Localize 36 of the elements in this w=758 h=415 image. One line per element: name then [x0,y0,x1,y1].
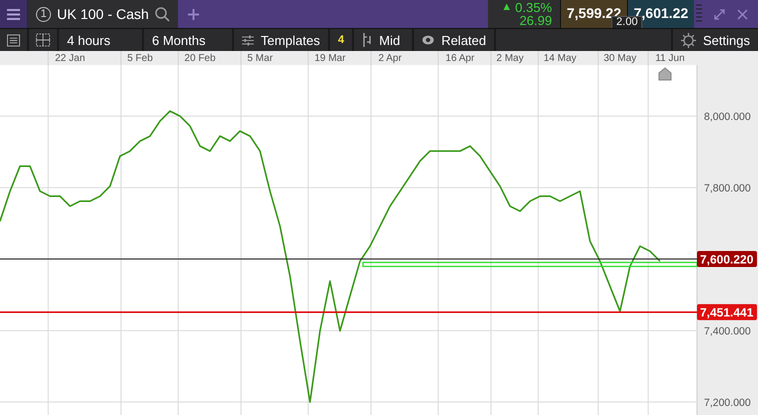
price-tag: 7,600.220 [697,251,757,267]
price-label: 7,200.000 [704,397,751,410]
close-icon[interactable] [737,8,748,20]
date-label: 5 Feb [127,53,153,64]
marker-icon[interactable] [658,67,672,80]
price-tag: 7,451.441 [697,304,757,320]
date-label: 19 Mar [314,53,346,64]
instrument-tab[interactable]: 1 UK 100 - Cash [28,0,178,28]
change-percent: 0.35% [515,1,552,14]
candle-icon [362,33,372,47]
date-label: 22 Jan [54,53,86,64]
sliders-icon [242,34,254,46]
tab-number: 1 [36,6,51,22]
date-label: 30 May [604,53,636,64]
menu-icon[interactable] [7,8,20,20]
price-label: 7,800.000 [704,182,751,195]
settings-icon [681,32,696,48]
date-label: 5 Mar [247,53,273,64]
expand-icon[interactable] [714,8,725,20]
date-label: 2 May [496,53,524,64]
price-label: 8,000.000 [704,111,751,124]
add-tab-icon[interactable] [188,8,199,20]
level-line[interactable] [0,311,697,313]
date-label: 11 Jun [655,53,685,64]
up-arrow: ▲ [501,1,512,14]
grip-icon[interactable] [696,4,702,24]
instrument-name: UK 100 - Cash [57,6,149,22]
date-label: 14 May [544,53,576,64]
date-label: 20 Feb [184,53,216,64]
eye-icon [422,34,434,46]
search-icon[interactable] [154,6,170,22]
change-value: 26.99 [519,14,552,27]
support-zone[interactable] [362,262,698,268]
date-label: 2 Apr [378,53,402,64]
date-label: 16 Apr [446,53,474,64]
price-label: 7,400.000 [704,326,751,338]
